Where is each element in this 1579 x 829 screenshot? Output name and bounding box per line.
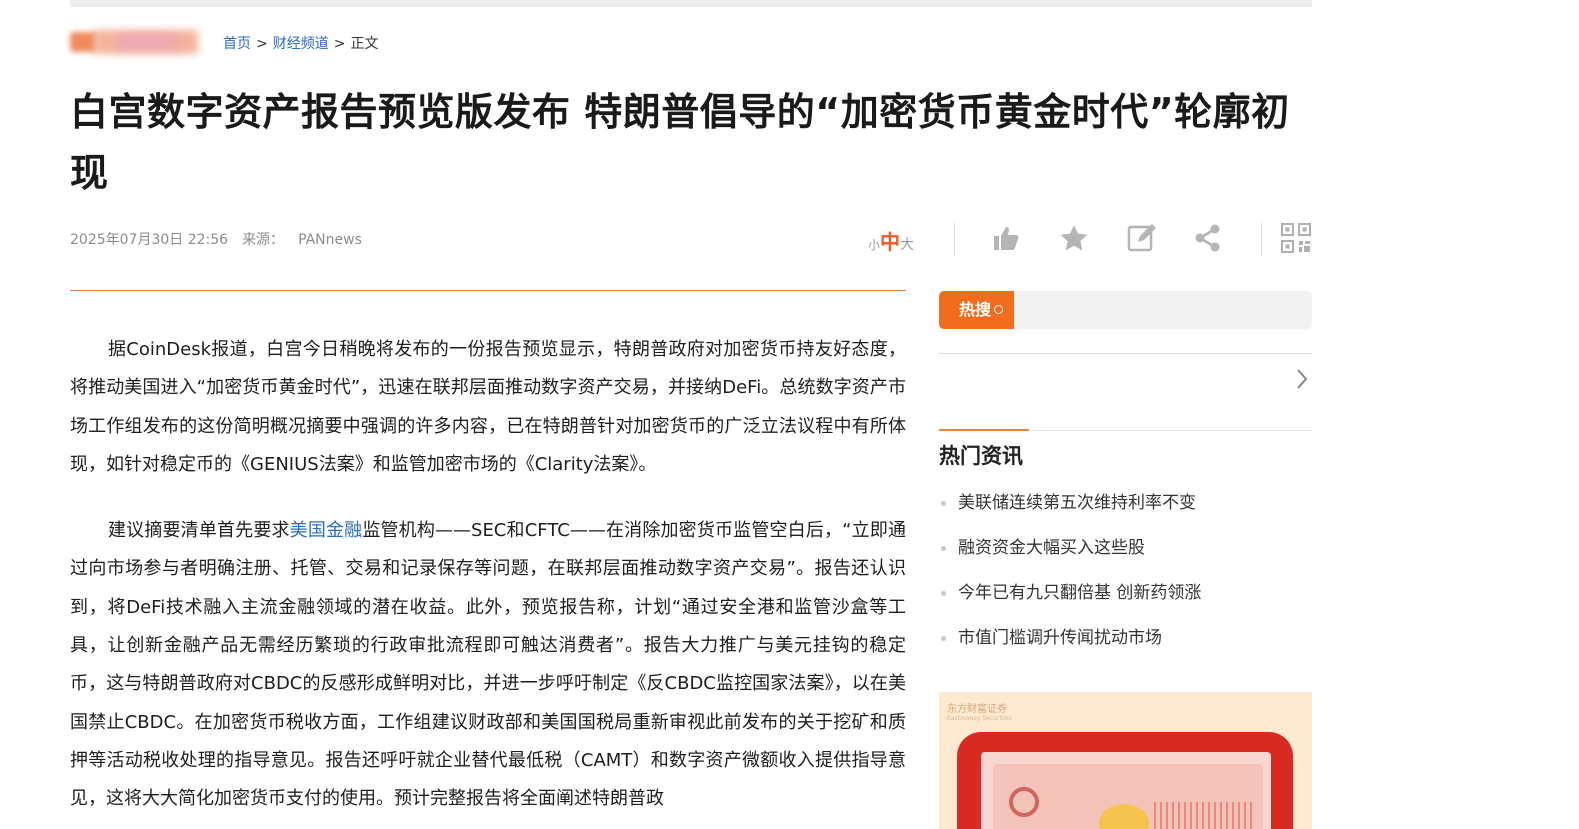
advertisement-banner[interactable]: 东方财富证券 Eastmoney Securities: [939, 692, 1312, 829]
article-paragraph: 据CoinDesk报道，白宫今日稍晚将发布的一份报告预览显示，特朗普政府对加密货…: [70, 339, 906, 475]
hot-search-dot-icon: [994, 305, 1004, 314]
article-title: 白宫数字资产报告预览版发布 特朗普倡导的“加密货币黄金时代”轮廓初现: [70, 90, 1290, 195]
hot-news-item-text: 今年已有九只翻倍基 创新药领涨: [958, 583, 1202, 603]
hot-news-item-text: 融资资金大幅买入这些股: [958, 538, 1145, 558]
article-body: 据CoinDesk报道，白宫今日稍晚将发布的一份报告预览显示，特朗普政府对加密货…: [70, 331, 906, 819]
breadcrumb-channel-link[interactable]: 财经频道: [273, 36, 329, 52]
breadcrumb-current: 正文: [350, 36, 379, 52]
source-name: PANnews: [298, 232, 362, 248]
sidebar-divider: [939, 353, 1312, 354]
paragraph-text: 监管机构——SEC和CFTC——在消除加密货币监管空白后，“立即通过向市场参与者…: [70, 520, 906, 810]
source-label: 来源：: [242, 232, 285, 248]
article-divider: [70, 290, 906, 291]
ad-brand-name: 东方财富证券: [947, 704, 1007, 715]
hot-news-item[interactable]: 今年已有九只翻倍基 创新药领涨: [939, 576, 1201, 621]
breadcrumb-separator: >: [333, 36, 346, 52]
hot-news-item[interactable]: 美联储连续第五次维持利率不变: [939, 486, 1201, 531]
bullet-icon: [941, 636, 946, 641]
toolbar-divider: [1261, 222, 1262, 256]
article-meta: 2025年07月30日 22:56 来源： PANnews: [70, 229, 376, 249]
hot-search-label: 热搜: [959, 300, 992, 319]
hot-news-list: 美联储连续第五次维持利率不变 融资资金大幅买入这些股 今年已有九只翻倍基 创新药…: [939, 486, 1201, 666]
font-size-medium-button[interactable]: 中: [880, 230, 900, 254]
hot-news-title: 热门资讯: [939, 444, 1023, 468]
breadcrumb: 首页 > 财经频道 > 正文: [223, 33, 378, 53]
font-size-large-button[interactable]: 大: [900, 237, 914, 253]
font-size-small-button[interactable]: 小: [868, 238, 880, 252]
font-size-switcher: 小中大: [868, 226, 914, 255]
bullet-icon: [941, 591, 946, 596]
chevron-right-icon[interactable]: [1295, 367, 1309, 391]
edit-icon[interactable]: [1126, 222, 1158, 254]
hot-search-bar[interactable]: 热搜: [939, 291, 1312, 329]
article-paragraph: 建议摘要清单首先要求美国金融监管机构——SEC和CFTC——在消除加密货币监管空…: [70, 512, 906, 818]
toolbar-divider: [954, 222, 955, 256]
thumbs-up-icon[interactable]: [990, 222, 1022, 254]
ad-brand-logo: 东方财富证券 Eastmoney Securities: [947, 700, 1012, 722]
hot-news-item[interactable]: 融资资金大幅买入这些股: [939, 531, 1201, 576]
hot-news-item[interactable]: 市值门槛调升传闻扰动市场: [939, 621, 1201, 666]
inline-link-us-finance[interactable]: 美国金融: [290, 520, 363, 541]
hot-news-item-text: 美联储连续第五次维持利率不变: [958, 493, 1196, 513]
hot-search-tag: 热搜: [939, 291, 1014, 329]
bullet-icon: [941, 546, 946, 551]
breadcrumb-separator: >: [256, 36, 268, 52]
top-bar: [70, 0, 1312, 7]
qr-code-icon[interactable]: [1280, 222, 1312, 254]
paragraph-text: 建议摘要清单首先要求: [108, 520, 290, 542]
sidebar-divider-accent: [939, 429, 1029, 431]
site-logo[interactable]: [70, 28, 202, 56]
ad-brand-english: Eastmoney Securities: [947, 715, 1012, 722]
star-icon[interactable]: [1058, 222, 1090, 254]
ad-ring-graphic: [1009, 787, 1039, 817]
hot-news-item-text: 市值门槛调升传闻扰动市场: [958, 628, 1162, 648]
breadcrumb-home-link[interactable]: 首页: [223, 36, 251, 52]
publish-date: 2025年07月30日 22:56: [70, 232, 229, 248]
share-icon[interactable]: [1192, 222, 1224, 254]
ad-stripes-graphic: [1154, 802, 1254, 829]
bullet-icon: [941, 501, 946, 506]
